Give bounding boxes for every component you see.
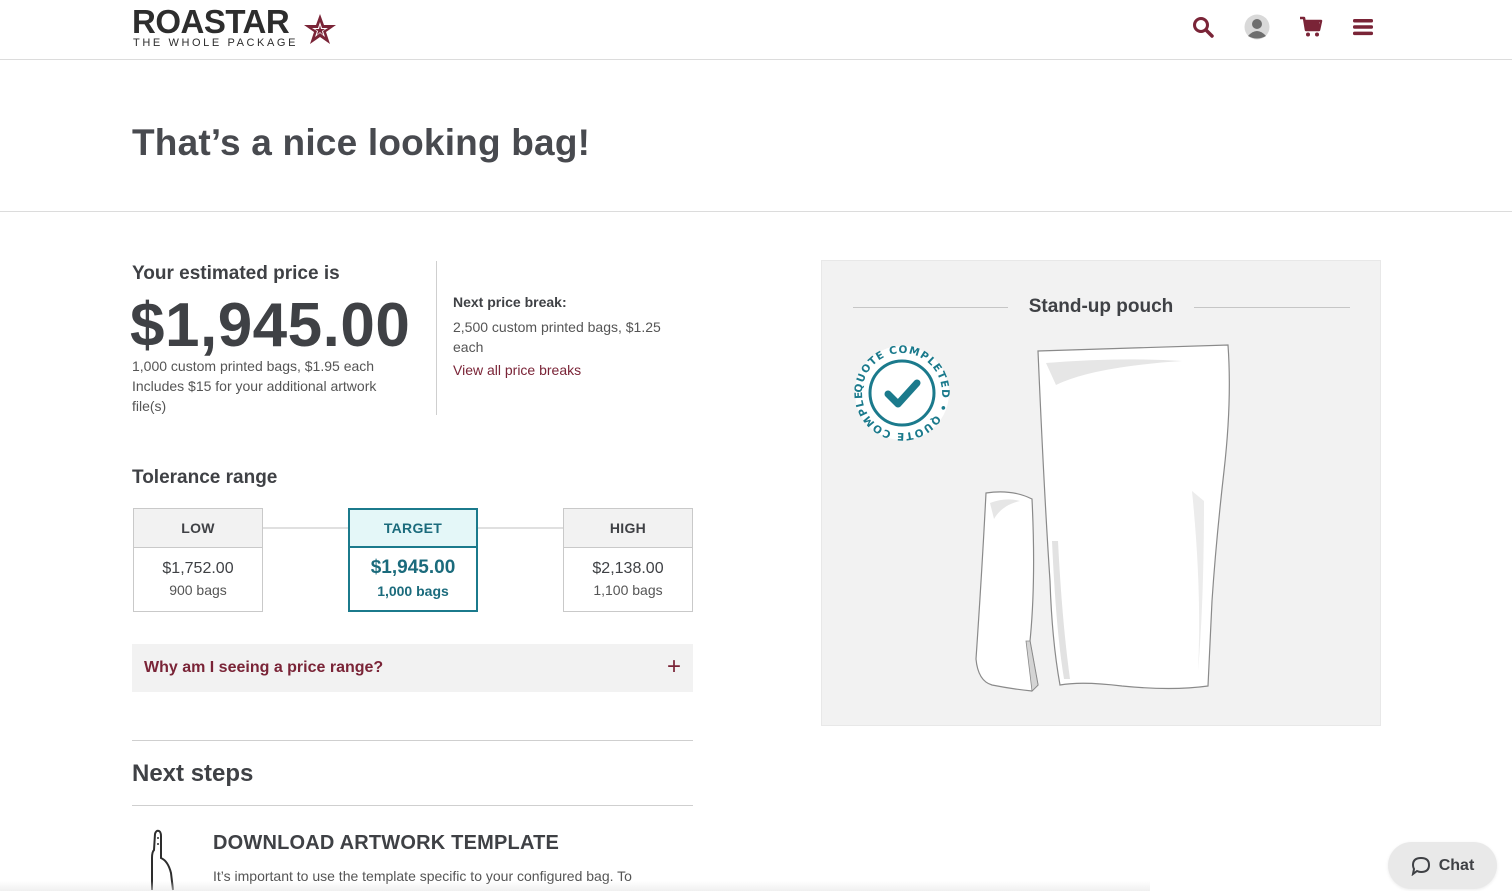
next-steps-title: Next steps [132,760,254,787]
tolerance-connector [477,527,564,529]
bag-type-title: Stand-up pouch [1028,296,1174,317]
bottom-fade [0,881,1150,891]
estimated-price-label: Your estimated price is [132,263,340,284]
logo-wordmark: ROASTAR [132,3,290,40]
tolerance-range-title: Tolerance range [132,467,278,488]
search-icon[interactable] [1188,12,1218,42]
tolerance-option-bags: 1,100 bags [593,582,663,598]
tolerance-connector [262,527,349,529]
estimated-price-amount: $1,945.00 [130,291,411,360]
roastar-logo[interactable]: ROASTAR THE WHOLE PACKAGE [132,3,342,50]
tolerance-option-label: TARGET [350,510,476,548]
tolerance-option-low[interactable]: LOW $1,752.00 900 bags [133,508,263,612]
tolerance-option-price: $1,752.00 [162,560,234,577]
page-title: That’s a nice looking bag! [132,122,591,163]
tolerance-option-price: $1,945.00 [370,557,456,578]
user-avatar-icon[interactable] [1242,12,1272,42]
price-artwork-note-cont: file(s) [132,398,167,414]
price-artwork-note: Includes $15 for your additional artwork [132,378,377,394]
bag-preview-panel: Stand-up pouch QUOTE COMPLETED • QUOTE C… [821,260,1381,726]
tolerance-option-price: $2,138.00 [592,560,664,577]
chat-label: Chat [1438,856,1475,874]
price-detail-line: 1,000 custom printed bags, $1.95 each [132,358,375,374]
cart-icon[interactable] [1296,12,1326,42]
chat-bubble-icon [1411,856,1430,876]
tolerance-option-high[interactable]: HIGH $2,138.00 1,100 bags [563,508,693,612]
tolerance-option-label: LOW [134,509,262,548]
logo-tagline: THE WHOLE PACKAGE [133,37,299,49]
price-range-faq-accordion[interactable]: Why am I seeing a price range? + [132,644,693,692]
price-divider [436,261,437,415]
hero-section: That’s a nice looking bag! [0,60,1512,212]
download-artwork-template-title[interactable]: DOWNLOAD ARTWORK TEMPLATE [213,832,559,855]
section-divider [132,740,693,741]
stand-up-pouch-illustration [975,344,1230,692]
tolerance-option-label: HIGH [564,509,692,548]
tolerance-option-bags: 1,000 bags [377,583,449,599]
tolerance-option-target[interactable]: TARGET $1,945.00 1,000 bags [348,508,478,612]
chat-button[interactable]: Chat [1388,842,1497,889]
faq-question: Why am I seeing a price range? [144,659,384,676]
expand-plus-icon[interactable]: + [667,654,681,680]
tolerance-option-bags: 900 bags [169,582,227,598]
section-divider [132,805,693,806]
quote-completed-badge-icon: QUOTE COMPLETED • QUOTE COMPLETED • [852,343,950,442]
site-header: ROASTAR THE WHOLE PACKAGE [0,0,1512,60]
next-price-break-label: Next price break: [453,294,567,310]
logo-star-icon [304,14,336,44]
menu-icon[interactable] [1348,12,1378,42]
view-all-price-breaks-link[interactable]: View all price breaks [453,362,581,378]
next-price-break-text: 2,500 custom printed bags, $1.25 each [453,319,661,355]
